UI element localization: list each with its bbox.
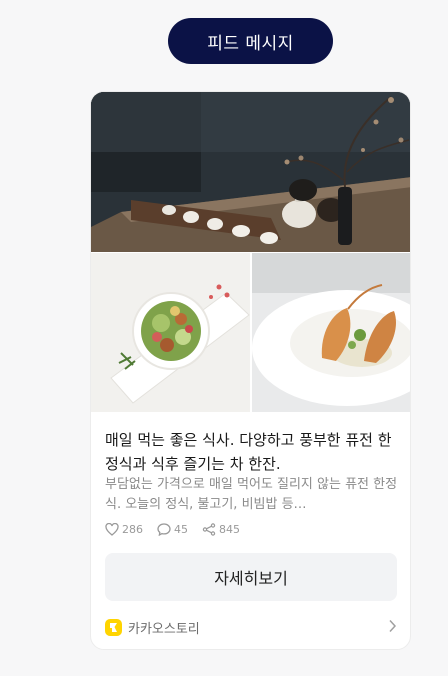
view-details-label: 자세히보기	[214, 569, 288, 588]
feed-message-pill-button[interactable]: 피드 메시지	[168, 18, 333, 64]
kakaostory-logo-icon	[105, 618, 122, 636]
comment-count: 45	[174, 522, 188, 536]
card-stats: 286 45 845	[105, 520, 240, 538]
card-description: 부담없는 가격으로 매일 먹어도 질리지 않는 퓨전 한정식. 오늘의 정식, …	[105, 477, 398, 512]
pill-label: 피드 메시지	[207, 33, 294, 54]
comment-stat[interactable]: 45	[157, 523, 188, 536]
comment-icon	[157, 522, 171, 536]
feed-card[interactable]: 매일 먹는 좋은 식사. 다양하고 풍부한 퓨전 한정식과 식후 즐기는 차 한…	[90, 91, 411, 650]
view-details-button[interactable]: 자세히보기	[105, 553, 397, 601]
card-title: 매일 먹는 좋은 식사. 다양하고 풍부한 퓨전 한정식과 식후 즐기는 차 한…	[105, 431, 392, 473]
card-footer[interactable]: 카카오스토리	[105, 615, 397, 639]
heart-icon	[105, 522, 119, 536]
shrimp-dish-image[interactable]	[252, 253, 410, 412]
tea-set-image[interactable]	[91, 92, 410, 252]
like-stat[interactable]: 286	[105, 522, 143, 536]
salad-image[interactable]	[91, 253, 250, 412]
share-icon	[202, 522, 216, 536]
share-count: 845	[219, 522, 240, 536]
share-stat[interactable]: 845	[202, 523, 240, 536]
brand-name: 카카오스토리	[128, 621, 200, 637]
chevron-right-icon[interactable]	[388, 618, 397, 637]
like-count: 286	[122, 522, 143, 536]
